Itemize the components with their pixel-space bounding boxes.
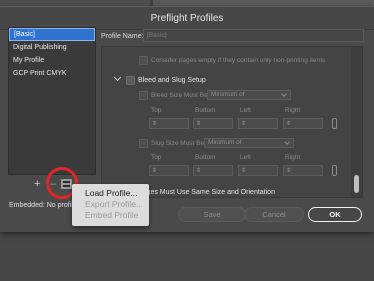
profile-name-label: Profile Name:: [101, 33, 144, 40]
stepper-arrows-icon: ⇕: [241, 168, 247, 174]
slug-top-stepper[interactable]: ⇕: [149, 165, 189, 176]
slug-header-right: Right: [285, 154, 301, 161]
stepper-arrows-icon: ⇕: [286, 168, 292, 174]
slug-size-select-value: Minimum of: [208, 139, 242, 146]
header-bottom: Bottom: [195, 107, 216, 114]
consider-empty-label: Consider pages empty if they contain onl…: [151, 57, 326, 64]
profile-name-field[interactable]: [Basic]: [143, 29, 364, 42]
stepper-arrows-icon: ⇕: [241, 121, 247, 127]
profile-item-gcp-print-cmyk[interactable]: GCP Print CMYK: [9, 67, 95, 80]
scrollbar-thumb[interactable]: [354, 175, 359, 193]
chevron-down-icon: [281, 91, 287, 97]
settings-scrollbar[interactable]: [351, 47, 362, 197]
chevron-down-icon[interactable]: [113, 73, 122, 82]
settings-panel: Consider pages empty if they contain onl…: [101, 46, 363, 198]
header-top: Top: [151, 107, 162, 114]
bleed-size-label: Bleed Size Must Be:: [151, 92, 210, 99]
slug-left-stepper[interactable]: ⇕: [238, 165, 278, 176]
header-right: Right: [285, 107, 301, 114]
slug-header-left: Left: [240, 154, 251, 161]
ok-button[interactable]: OK: [308, 207, 362, 222]
cancel-button[interactable]: Cancel: [244, 207, 304, 222]
bleed-bottom-stepper[interactable]: ⇕: [193, 118, 233, 129]
slug-right-stepper[interactable]: ⇕: [283, 165, 323, 176]
slug-size-select[interactable]: Minimum of: [204, 138, 294, 148]
chain-link-icon[interactable]: [332, 165, 337, 176]
profile-item-basic[interactable]: [Basic]: [9, 28, 95, 41]
bleed-size-select[interactable]: Minimum of: [207, 90, 291, 100]
slug-bottom-stepper[interactable]: ⇕: [193, 165, 233, 176]
bleed-top-stepper[interactable]: ⇕: [149, 118, 189, 129]
profile-item-my-profile[interactable]: My Profile: [9, 54, 95, 67]
slug-size-checkbox[interactable]: [139, 139, 148, 148]
consider-empty-checkbox[interactable]: [139, 56, 148, 65]
bleed-slug-checkbox[interactable]: [126, 76, 135, 85]
menu-item-load-profile[interactable]: Load Profile...: [72, 188, 149, 199]
stepper-arrows-icon: ⇕: [286, 121, 292, 127]
slug-header-top: Top: [151, 154, 162, 161]
save-button[interactable]: Save: [178, 207, 246, 222]
bleed-slug-label: Bleed and Slug Setup: [138, 77, 206, 84]
profile-item-digital-publishing[interactable]: Digital Publishing: [9, 41, 95, 54]
pages-same-size-label: Pages Must Use Same Size and Orientation: [138, 189, 275, 196]
bleed-size-checkbox[interactable]: [139, 91, 148, 100]
menu-item-embed-profile[interactable]: Embed Profile: [72, 210, 149, 221]
bleed-left-stepper[interactable]: ⇕: [238, 118, 278, 129]
slug-size-label: Slug Size Must Be:: [151, 140, 206, 147]
menu-item-export-profile[interactable]: Export Profile...: [72, 199, 149, 210]
chain-link-icon[interactable]: [332, 118, 337, 129]
stepper-arrows-icon: ⇕: [152, 121, 158, 127]
background-bottom: [0, 232, 374, 281]
embedded-profile-label: Embedded: No profile: [9, 202, 77, 209]
stepper-arrows-icon: ⇕: [196, 168, 202, 174]
profile-list[interactable]: [Basic] Digital Publishing My Profile GC…: [8, 27, 96, 175]
profile-context-menu: Load Profile... Export Profile... Embed …: [72, 184, 149, 226]
stepper-arrows-icon: ⇕: [152, 168, 158, 174]
slug-header-bottom: Bottom: [195, 154, 216, 161]
header-left: Left: [240, 107, 251, 114]
stepper-arrows-icon: ⇕: [196, 121, 202, 127]
add-profile-button[interactable]: +: [34, 177, 40, 191]
chevron-down-icon: [284, 139, 290, 145]
bleed-right-stepper[interactable]: ⇕: [283, 118, 323, 129]
bleed-size-select-value: Minimum of: [211, 91, 245, 98]
